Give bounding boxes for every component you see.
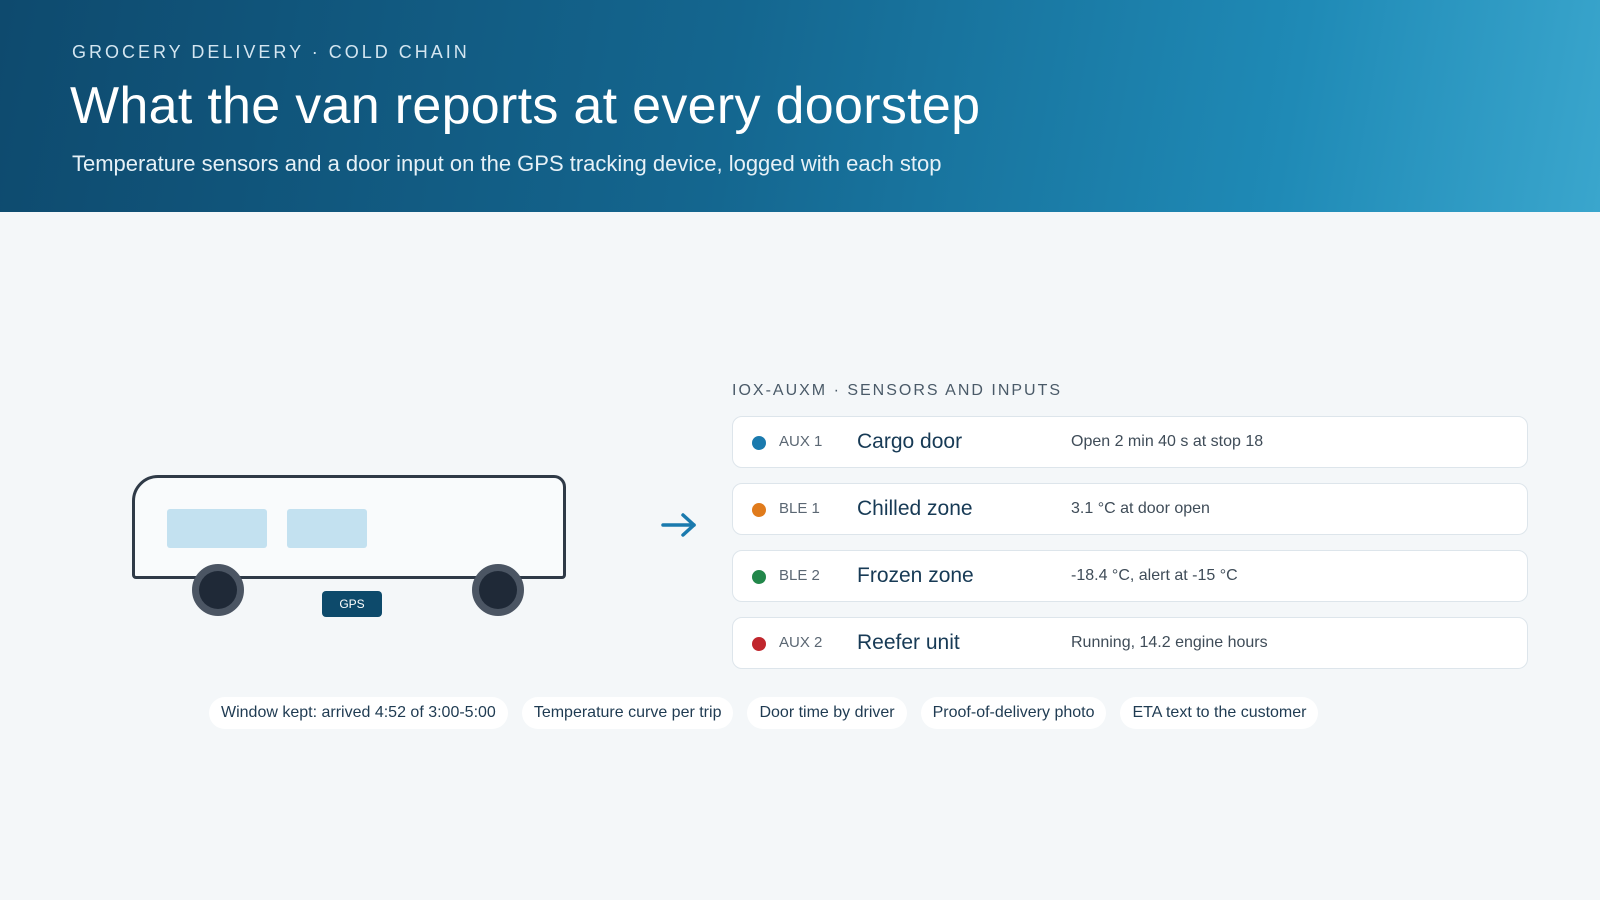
sensor-status: Running, 14.2 engine hours (1071, 634, 1268, 651)
status-dot (752, 570, 766, 584)
arrow-right-icon (661, 513, 696, 537)
outcome-chips: Window kept: arrived 4:52 of 3:00-5:00 T… (209, 697, 1409, 729)
van-window-rear (287, 509, 367, 548)
sensor-id: BLE 2 (779, 567, 820, 584)
sensor-row-reefer-unit: AUX 2 Reefer unit Running, 14.2 engine h… (732, 617, 1528, 669)
status-dot (752, 503, 766, 517)
sensor-status: 3.1 °C at door open (1071, 500, 1210, 517)
outcome-chip: Door time by driver (747, 697, 907, 729)
outcome-chip: ETA text to the customer (1120, 697, 1319, 729)
sensor-id: AUX 2 (779, 634, 823, 651)
sensor-row-chilled-zone: BLE 1 Chilled zone 3.1 °C at door open (732, 483, 1528, 535)
gps-badge: GPS (322, 591, 382, 617)
sensors-heading: IOX-AUXM · SENSORS AND INPUTS (732, 382, 1063, 399)
sensor-row-cargo-door: AUX 1 Cargo door Open 2 min 40 s at stop… (732, 416, 1528, 468)
sensor-id: BLE 1 (779, 500, 820, 517)
sensor-name: Cargo door (857, 430, 963, 453)
header-banner: GROCERY DELIVERY · COLD CHAIN What the v… (0, 0, 1600, 212)
outcome-chip: Proof-of-delivery photo (920, 697, 1107, 729)
sensor-name: Frozen zone (857, 564, 974, 587)
wheel-icon (192, 564, 244, 616)
wheel-icon (472, 564, 524, 616)
eyebrow-label: GROCERY DELIVERY · COLD CHAIN (72, 42, 470, 62)
sensor-name: Reefer unit (857, 631, 960, 654)
sensor-status: -18.4 °C, alert at -15 °C (1071, 567, 1238, 584)
page-subtitle: Temperature sensors and a door input on … (72, 151, 942, 176)
van-icon: GPS (120, 460, 600, 630)
sensor-name: Chilled zone (857, 497, 973, 520)
page-title: What the van reports at every doorstep (70, 77, 981, 135)
outcome-chip: Window kept: arrived 4:52 of 3:00-5:00 (209, 697, 508, 729)
sensor-status: Open 2 min 40 s at stop 18 (1071, 433, 1264, 450)
outcome-chip: Temperature curve per trip (521, 697, 734, 729)
status-dot (752, 637, 766, 651)
sensor-id: AUX 1 (779, 433, 823, 450)
van-window-front (167, 509, 267, 548)
status-dot (752, 436, 766, 450)
sensor-row-frozen-zone: BLE 2 Frozen zone -18.4 °C, alert at -15… (732, 550, 1528, 602)
